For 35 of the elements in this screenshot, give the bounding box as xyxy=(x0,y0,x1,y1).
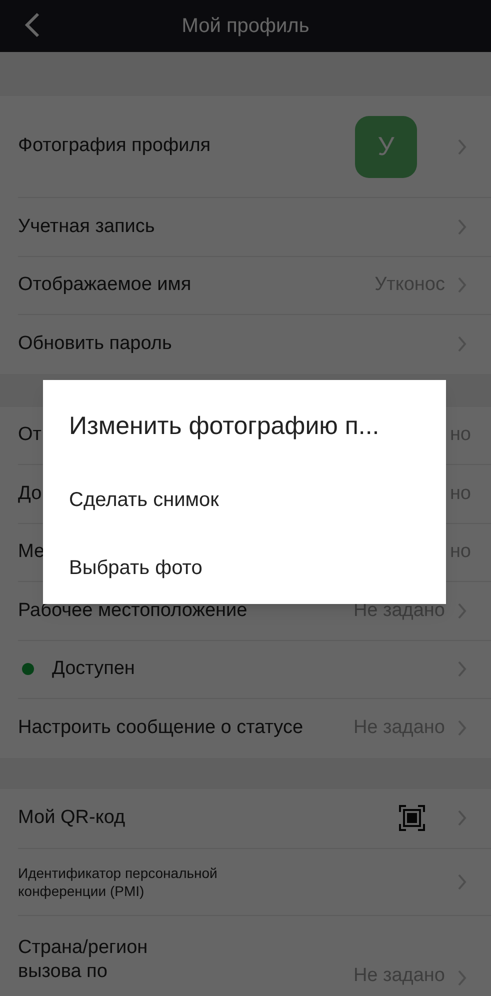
row-label: Рабочее местоположение xyxy=(18,598,248,622)
row-label: Ме xyxy=(18,540,45,564)
back-icon[interactable] xyxy=(24,12,40,38)
row-label: Страна/регион вызова по xyxy=(18,936,149,984)
dialog-title: Изменить фотографию п... xyxy=(68,411,380,442)
chevron-icon xyxy=(457,968,467,986)
chevron-icon xyxy=(457,660,467,678)
settings-row[interactable]: Учетная запись xyxy=(18,198,491,256)
row-label: Обновить пароль xyxy=(18,332,172,356)
chevron-icon xyxy=(457,872,467,890)
row-label: Учетная запись xyxy=(18,214,155,238)
settings-row[interactable]: Идентификатор персональной конференции (PMI) xyxy=(18,848,491,916)
row-label: Идентификатор персональной конференции (PMI) xyxy=(18,864,218,900)
qr-code-icon xyxy=(399,805,425,831)
chevron-icon xyxy=(457,809,467,827)
avatar: У xyxy=(355,116,417,178)
chevron-icon xyxy=(457,218,467,236)
page-title: Мой профиль xyxy=(182,14,310,39)
chevron-icon xyxy=(457,719,467,738)
row-label: От xyxy=(18,423,42,447)
row-label: Фотография профиля xyxy=(18,134,211,158)
row-label: До xyxy=(18,482,42,506)
chevron-icon xyxy=(457,138,467,156)
row-label: Мой QR-код xyxy=(18,806,126,830)
chevron-icon xyxy=(457,335,467,354)
row-label: Настроить сообщение о статусе xyxy=(18,716,304,740)
chevron-icon xyxy=(457,602,467,620)
settings-row[interactable]: Обновить пароль xyxy=(18,315,491,374)
dialog-option[interactable]: Сделать снимок xyxy=(43,466,446,534)
settings-row[interactable]: Доступен xyxy=(18,640,491,699)
row-label: Доступен xyxy=(52,657,135,681)
row-label: Отображаемое имя xyxy=(18,273,192,297)
settings-row[interactable]: Мой QR-код xyxy=(18,788,491,848)
chevron-icon xyxy=(457,276,467,294)
settings-row[interactable]: Фотография профиля У xyxy=(18,96,491,198)
